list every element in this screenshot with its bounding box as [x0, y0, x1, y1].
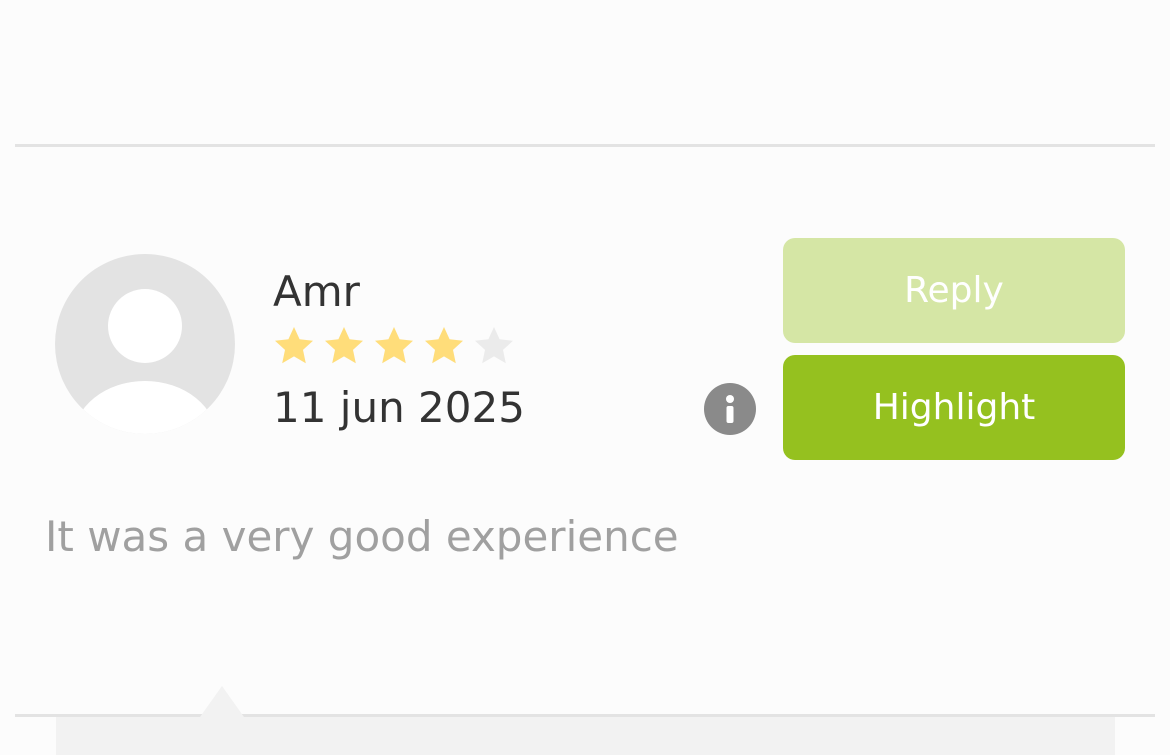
reply-box — [56, 717, 1115, 755]
star-filled-icon — [325, 327, 363, 364]
user-avatar-icon — [55, 254, 235, 434]
review-text: It was a very good experience — [45, 512, 679, 561]
reviewer-name: Amr — [273, 267, 360, 316]
review-date: 11 jun 2025 — [273, 383, 525, 432]
star-empty-icon — [475, 327, 513, 364]
star-filled-icon — [425, 327, 463, 364]
star-rating — [272, 324, 516, 368]
review-page: Amr 11 jun 2025 Reply Highlight It was a… — [0, 0, 1170, 755]
highlight-button[interactable]: Highlight — [783, 355, 1125, 460]
star-filled-icon — [275, 327, 313, 364]
star-filled-icon — [375, 327, 413, 364]
info-icon[interactable] — [704, 383, 756, 435]
reply-button[interactable]: Reply — [783, 238, 1125, 343]
reply-box-caret — [200, 686, 244, 717]
top-divider — [15, 144, 1155, 147]
